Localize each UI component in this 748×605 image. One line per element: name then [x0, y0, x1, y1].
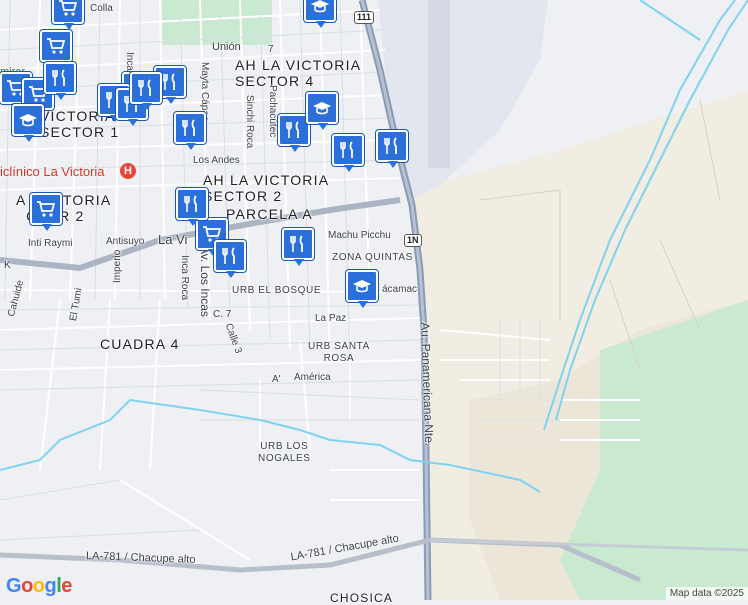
grocery-icon	[59, 0, 78, 16]
grocery-marker[interactable]	[52, 0, 84, 30]
poi-label-policlinico[interactable]: iclínico La Victoria	[0, 164, 105, 179]
restaurant-icon	[222, 247, 235, 264]
restaurant-icon	[52, 69, 65, 86]
restaurant-icon	[384, 137, 397, 154]
area-label-urb-santa-rosa: URB SANTA ROSA	[308, 341, 370, 364]
area-label-zona-quintas: ZONA QUINTAS	[332, 252, 413, 263]
restaurant-marker[interactable]	[376, 130, 408, 168]
school-marker[interactable]	[346, 270, 378, 308]
street-label-camac: ácamac	[382, 284, 418, 295]
street-label-los-andes: Los Andes	[193, 155, 240, 166]
hospital-icon[interactable]: H	[120, 163, 136, 179]
restaurant-icon	[182, 119, 195, 136]
street-label-c-7: C. 7	[213, 309, 232, 320]
school-icon	[313, 102, 331, 115]
route-shield-111: 111	[354, 11, 375, 24]
restaurant-marker[interactable]	[174, 112, 206, 150]
street-label-antisuyo: Antisuyo	[106, 236, 145, 247]
street-label-america: América	[294, 372, 331, 383]
restaurant-icon	[138, 79, 151, 96]
street-label-sinchi-roca: Sinchi Roca	[244, 95, 255, 149]
map-canvas[interactable]: AH LA VICTORIA SECTOR 4 AH LA VICTORIA S…	[0, 0, 748, 605]
route-label-7: 7	[268, 44, 274, 55]
school-marker[interactable]	[306, 92, 338, 130]
area-label-parcela-a: PARCELA A	[226, 206, 313, 222]
restaurant-marker[interactable]	[214, 240, 246, 278]
area-label-cuadra-4: CUADRA 4	[100, 336, 180, 352]
map-attribution[interactable]: Map data ©2025	[665, 587, 748, 600]
grocery-icon	[47, 38, 66, 54]
street-label-la-victoria-avenue: La Vi	[158, 232, 188, 247]
school-marker[interactable]	[304, 0, 336, 28]
restaurant-marker[interactable]	[130, 72, 162, 110]
street-label-imperio: Imperio	[112, 249, 123, 283]
street-label-colla: Colla	[90, 3, 113, 14]
street-label-machu-picchu: Machu Picchu	[328, 230, 391, 241]
restaurant-icon	[290, 235, 303, 252]
restaurant-icon	[286, 121, 299, 138]
area-label-urb-el-bosque: URB EL BOSQUE	[232, 285, 322, 296]
street-label-k: K	[4, 260, 11, 271]
area-label-ah-la-victoria-sector-4: AH LA VICTORIA SECTOR 4	[235, 57, 362, 89]
school-icon	[311, 0, 329, 13]
area-label-ah-la-victoria-sector-2: AH LA VICTORIA SECTOR 2	[203, 172, 330, 204]
restaurant-marker[interactable]	[44, 62, 76, 100]
route-shield-1n: 1N	[404, 234, 422, 247]
grocery-marker[interactable]	[30, 193, 62, 231]
restaurant-marker[interactable]	[176, 188, 208, 226]
restaurant-icon	[184, 195, 197, 212]
street-label-inca-roca: Inca Roca	[179, 255, 190, 301]
restaurant-marker[interactable]	[282, 228, 314, 266]
street-label-pachacutec: Pachacútec	[267, 85, 278, 138]
area-label-bottom-cut: CHOSICA	[330, 591, 394, 605]
street-label-inti-raymi: Inti Raymi	[28, 238, 73, 249]
street-label-a-apos: A'	[272, 374, 281, 385]
school-icon	[19, 114, 37, 127]
google-logo: Google	[6, 575, 72, 597]
restaurant-icon	[162, 73, 175, 90]
grocery-marker[interactable]	[40, 30, 72, 68]
area-label-urb-los-nogales: URB LOS NOGALES	[258, 441, 311, 464]
restaurant-icon	[340, 141, 353, 158]
grocery-icon	[37, 201, 56, 217]
street-label-av-los-incas: Av. Los Incas	[198, 246, 212, 317]
school-marker[interactable]	[12, 104, 44, 142]
street-label-la-paz: La Paz	[315, 313, 347, 324]
street-label-inca: Inca	[124, 52, 135, 71]
street-label-union: Unión	[212, 41, 241, 53]
restaurant-marker[interactable]	[332, 134, 364, 172]
school-icon	[353, 280, 371, 293]
